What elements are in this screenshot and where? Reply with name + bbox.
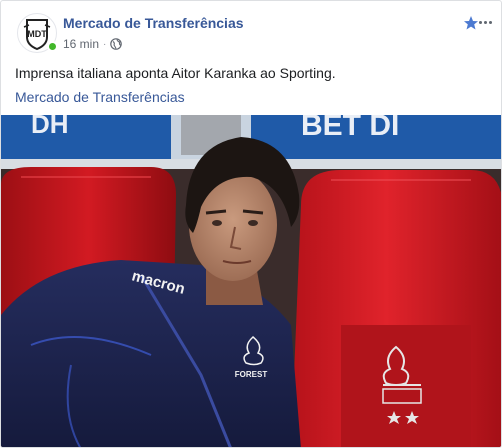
post-meta: 16 min · — [63, 37, 123, 51]
post-text: Imprensa italiana aponta Aitor Karanka a… — [15, 65, 336, 81]
more-options-icon[interactable] — [475, 13, 495, 31]
source-link[interactable]: Mercado de Transferências — [15, 89, 185, 105]
online-status-dot — [47, 41, 58, 52]
feed-post: MDT Mercado de Transferências 16 min · I… — [0, 0, 502, 448]
meta-separator: · — [103, 38, 107, 50]
page-name-link[interactable]: Mercado de Transferências — [63, 15, 244, 31]
page-avatar[interactable]: MDT — [17, 13, 58, 53]
board-text-left: DH — [31, 115, 69, 139]
post-header: MDT Mercado de Transferências 16 min · — [13, 11, 492, 57]
globe-icon[interactable] — [110, 38, 123, 50]
avatar-text: MDT — [27, 29, 47, 39]
post-photo[interactable]: DH BET DI macron FOREST — [1, 115, 501, 447]
board-text-right: BET DI — [301, 115, 399, 142]
post-timestamp[interactable]: 16 min — [63, 37, 99, 51]
photo-illustration: DH BET DI macron FOREST — [1, 115, 501, 447]
jacket-crest-text: FOREST — [235, 370, 268, 379]
